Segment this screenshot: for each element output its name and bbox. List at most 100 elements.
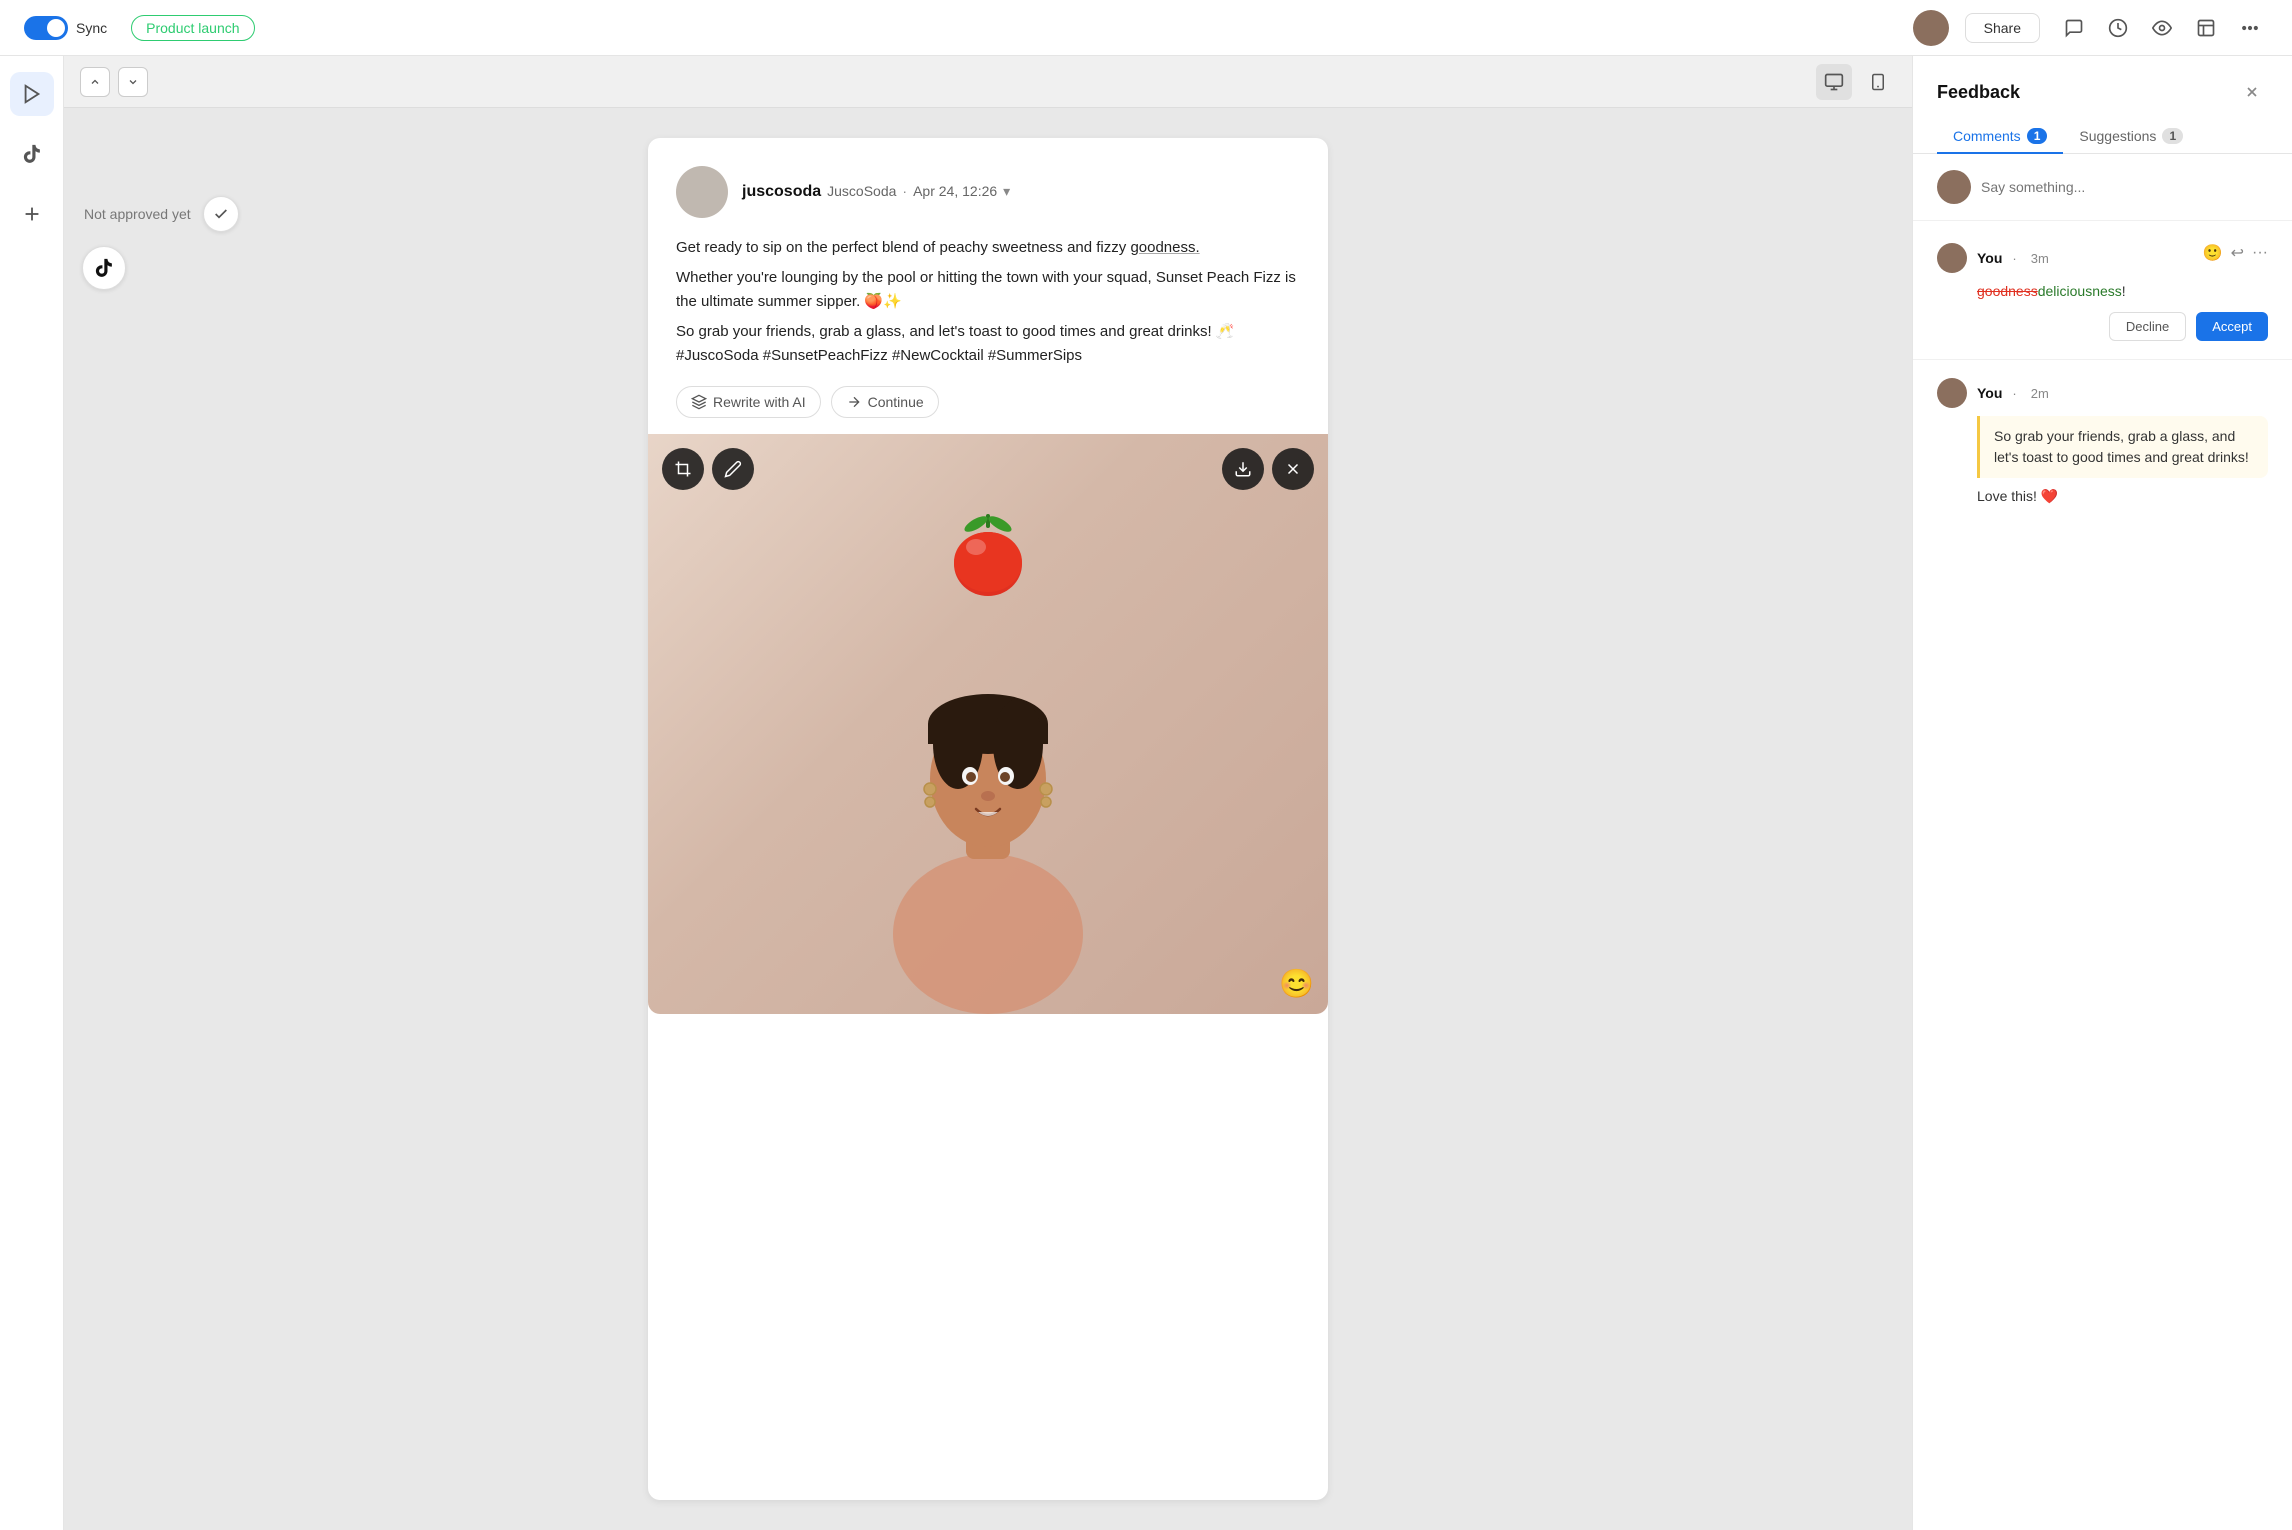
comment2-username: You	[1977, 385, 2002, 401]
chevron-up-icon	[89, 76, 101, 88]
tab-suggestions-label: Suggestions	[2079, 128, 2156, 144]
comment2-avatar	[1937, 378, 1967, 408]
comment2-quote: So grab your friends, grab a glass, and …	[1977, 416, 2268, 478]
tab-suggestions[interactable]: Suggestions 1	[2063, 120, 2199, 154]
add-icon	[21, 203, 43, 225]
post-line3: So grab your friends, grab a glass, and …	[676, 320, 1300, 368]
edit-btn[interactable]	[712, 448, 754, 490]
left-sidebar	[0, 56, 64, 1530]
clock-icon-btn[interactable]	[2100, 10, 2136, 46]
post-time: Apr 24, 12:26	[913, 183, 997, 199]
tab-comments[interactable]: Comments 1	[1937, 120, 2063, 154]
close-icon	[2244, 84, 2260, 100]
accept-btn[interactable]: Accept	[2196, 312, 2268, 341]
comment-item-1: You · 3m 🙂 ↩ ··· goodnessdeliciousness! …	[1913, 229, 2292, 355]
download-icon	[1234, 460, 1252, 478]
layout-icon	[2196, 18, 2216, 38]
more-icon	[2240, 18, 2260, 38]
sidebar-add-btn[interactable]	[10, 192, 54, 236]
post-meta: juscosoda JuscoSoda · Apr 24, 12:26 ▾	[742, 183, 1010, 201]
mobile-icon	[1869, 72, 1887, 92]
tab-comments-badge: 1	[2027, 128, 2048, 144]
feedback-header: Feedback	[1913, 56, 2292, 108]
comment1-username: You	[1977, 250, 2002, 266]
eye-icon-btn[interactable]	[2144, 10, 2180, 46]
comment2-time: 2m	[2031, 386, 2049, 401]
post-container: juscosoda JuscoSoda · Apr 24, 12:26 ▾ Ge…	[64, 108, 1912, 1530]
comment1-decisions: Decline Accept	[1977, 312, 2268, 341]
more-options-icon[interactable]: ···	[2252, 244, 2268, 262]
sidebar-tiktok-btn[interactable]	[10, 132, 54, 176]
desktop-view-btn[interactable]	[1816, 64, 1852, 100]
feedback-title: Feedback	[1937, 82, 2020, 103]
comment-item-2: You · 2m So grab your friends, grab a gl…	[1913, 364, 2292, 521]
comment2-text: Love this! ❤️	[1977, 486, 2268, 507]
crop-btn[interactable]	[662, 448, 704, 490]
chat-icon-btn[interactable]	[2056, 10, 2092, 46]
content-toolbar	[64, 56, 1912, 108]
comment-input-row	[1913, 154, 2292, 221]
nav-down-btn[interactable]	[118, 67, 148, 97]
post-line1: Get ready to sip on the perfect blend of…	[676, 236, 1300, 260]
content-area: Not approved yet	[64, 56, 1912, 1530]
continue-icon	[846, 394, 862, 410]
user-avatar	[1913, 10, 1949, 46]
comment-input-field[interactable]	[1981, 179, 2268, 195]
post-image: 😊	[648, 434, 1328, 1014]
approval-text: Not approved yet	[84, 206, 191, 222]
sync-toggle[interactable]: Sync	[24, 16, 107, 40]
inserted-text: deliciousness	[2038, 283, 2122, 299]
share-button[interactable]: Share	[1965, 13, 2040, 43]
emoji-react-icon[interactable]: 🙂	[2203, 243, 2223, 263]
sync-label: Sync	[76, 20, 107, 36]
nav-up-btn[interactable]	[80, 67, 110, 97]
reply-icon[interactable]: ↩	[2231, 243, 2244, 263]
highlighted-text: goodness.	[1130, 239, 1199, 256]
decline-btn[interactable]: Decline	[2109, 312, 2186, 341]
mobile-view-btn[interactable]	[1860, 64, 1896, 100]
feedback-panel: Feedback Comments 1 Suggestions 1	[1912, 56, 2292, 1530]
tab-suggestions-badge: 1	[2162, 128, 2183, 144]
download-btn[interactable]	[1222, 448, 1264, 490]
emoji-btn[interactable]: 😊	[1279, 967, 1314, 1000]
tab-comments-label: Comments	[1953, 128, 2021, 144]
layout-icon-btn[interactable]	[2188, 10, 2224, 46]
approval-bar: Not approved yet	[64, 196, 259, 232]
close-image-btn[interactable]	[1272, 448, 1314, 490]
approval-check-btn[interactable]	[203, 196, 239, 232]
post-image-container: 😊	[648, 434, 1328, 1014]
comment1-dot: ·	[2012, 251, 2016, 266]
close-icon	[1284, 460, 1302, 478]
image-overlay-tr	[1222, 448, 1314, 490]
pencil-icon	[724, 460, 742, 478]
comment1-action-icons: 🙂 ↩ ···	[2203, 243, 2268, 263]
toggle-switch[interactable]	[24, 16, 68, 40]
desktop-icon	[1824, 72, 1844, 92]
topbar-icons	[2056, 10, 2268, 46]
continue-btn[interactable]: Continue	[831, 386, 939, 418]
continue-label: Continue	[868, 394, 924, 410]
eye-icon	[2152, 18, 2172, 38]
post-username: juscosoda	[742, 183, 821, 201]
sidebar-video-btn[interactable]	[10, 72, 54, 116]
comment1-avatar	[1937, 243, 1967, 273]
feedback-close-btn[interactable]	[2236, 76, 2268, 108]
tiktok-platform-badge[interactable]	[82, 246, 126, 290]
rewrite-ai-btn[interactable]: Rewrite with AI	[676, 386, 821, 418]
comments-list: You · 3m 🙂 ↩ ··· goodnessdeliciousness! …	[1913, 221, 2292, 1530]
chat-icon	[2064, 18, 2084, 38]
main-layout: Not approved yet	[0, 56, 2292, 1530]
project-tag[interactable]: Product launch	[131, 15, 254, 41]
clock-icon	[2108, 18, 2128, 38]
post-header: juscosoda JuscoSoda · Apr 24, 12:26 ▾	[676, 166, 1300, 218]
post-content: Get ready to sip on the perfect blend of…	[676, 236, 1300, 368]
post-handle: JuscoSoda	[827, 183, 896, 199]
more-icon-btn[interactable]	[2232, 10, 2268, 46]
strikethrough-text: goodness	[1977, 283, 2038, 299]
comment2-header: You · 2m	[1937, 378, 2268, 408]
comment-input-avatar	[1937, 170, 1971, 204]
tiktok-badge-icon	[93, 257, 115, 279]
post-card: juscosoda JuscoSoda · Apr 24, 12:26 ▾ Ge…	[648, 138, 1328, 1500]
topbar: Sync Product launch Share	[0, 0, 2292, 56]
post-dropdown-icon[interactable]: ▾	[1003, 183, 1010, 200]
